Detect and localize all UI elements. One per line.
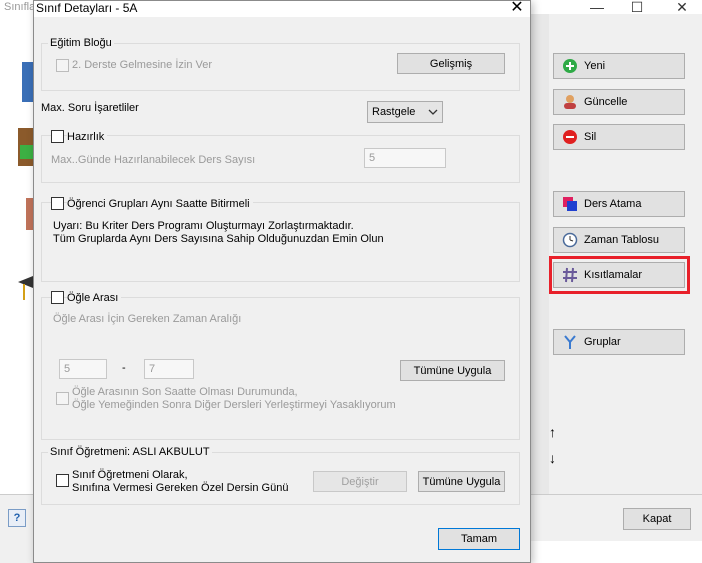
help-icon[interactable]: ? <box>8 509 26 527</box>
user-edit-icon <box>562 94 578 110</box>
move-down-button[interactable]: ↓ <box>549 450 556 466</box>
ogrenci-gruplari-checkbox[interactable] <box>51 197 64 210</box>
ogrenci-gruplari-label: Öğrenci Grupları Aynı Saatte Bitirmeli <box>67 198 253 210</box>
divider <box>0 494 33 495</box>
ogle-arasi-from-input[interactable]: 5 <box>59 359 107 379</box>
ozel-ders-line-2: Sınıfına Vermesi Gereken Özel Dersin Gün… <box>72 482 289 494</box>
dialog-title: Sınıf Detayları - 5A <box>36 1 138 15</box>
yeni-button[interactable]: Yeni <box>553 53 685 79</box>
zaman-tablosu-label: Zaman Tablosu <box>584 234 660 246</box>
guncelle-button[interactable]: Güncelle <box>553 89 685 115</box>
branch-icon <box>562 334 578 350</box>
warning-line-1: Uyarı: Bu Kriter Ders Programı Oluşturma… <box>53 220 354 232</box>
derste-gelme-checkbox[interactable] <box>56 59 69 72</box>
ders-atama-label: Ders Atama <box>584 198 642 210</box>
gruplar-label: Gruplar <box>584 336 621 348</box>
left-image <box>20 145 33 159</box>
highlight-box <box>549 256 690 294</box>
left-image <box>22 62 33 102</box>
warning-line-2: Tüm Gruplarda Aynı Ders Sayısına Sahip O… <box>53 233 384 245</box>
ogle-arasi-label: Öğle Arası <box>67 292 122 304</box>
ogle-arasi-checkbox[interactable] <box>51 291 64 304</box>
hazirlik-checkbox[interactable] <box>51 130 64 143</box>
ogretmen-tumune-uygula-button[interactable]: Tümüne Uygula <box>418 471 505 492</box>
derste-gelme-label: 2. Derste Gelmesine İzin Ver <box>72 59 213 71</box>
tamam-button[interactable]: Tamam <box>438 528 520 550</box>
chevron-down-icon <box>428 102 438 129</box>
left-image <box>26 198 33 230</box>
sinif-detaylari-dialog: Sınıf Detayları - 5A ✕ Eğitim Bloğu 2. D… <box>33 0 531 563</box>
son-saat-line-2: Öğle Yemeğinden Sonra Diğer Dersleri Yer… <box>72 399 396 411</box>
ogle-arasi-to-input[interactable]: 7 <box>144 359 194 379</box>
divider <box>531 494 702 495</box>
move-up-button[interactable]: ↑ <box>549 424 556 440</box>
gruplar-button[interactable]: Gruplar <box>553 329 685 355</box>
ogle-arasi-tumune-uygula-button[interactable]: Tümüne Uygula <box>400 360 505 381</box>
ozel-ders-gunu-checkbox[interactable] <box>56 474 69 487</box>
background-window-title: Sınıfla <box>4 1 36 13</box>
guncelle-label: Güncelle <box>584 96 628 108</box>
son-saat-checkbox[interactable] <box>56 392 69 405</box>
plus-icon <box>562 58 578 74</box>
max-soru-label: Max. Soru İşaretliler <box>41 102 139 114</box>
gelismis-button[interactable]: Gelişmiş <box>397 53 505 74</box>
minus-icon <box>562 129 578 145</box>
clock-icon <box>562 232 578 248</box>
minimize-button[interactable]: — <box>580 0 614 16</box>
son-saat-line-1: Öğle Arasının Son Saatte Olması Durumund… <box>72 386 298 398</box>
ders-atama-button[interactable]: Ders Atama <box>553 191 685 217</box>
bottom-strip <box>531 541 702 563</box>
hazirlik-ders-sayisi-input[interactable]: 5 <box>364 148 446 168</box>
yeni-label: Yeni <box>584 60 606 72</box>
degistir-button[interactable]: Değiştir <box>313 471 407 492</box>
hazirlik-label: Hazırlık <box>67 131 108 143</box>
sinif-ogretmeni-title: Sınıf Öğretmeni: ASLI AKBULUT <box>48 446 212 458</box>
hazirlik-field-label: Max..Günde Hazırlanabilecek Ders Sayısı <box>51 154 256 166</box>
sil-button[interactable]: Sil <box>553 124 685 150</box>
dialog-titlebar: Sınıf Detayları - 5A ✕ <box>34 0 530 18</box>
max-soru-value: Rastgele <box>372 106 416 118</box>
maximize-button[interactable]: ☐ <box>620 0 654 16</box>
close-window-button[interactable]: ✕ <box>665 0 699 16</box>
ogle-arasi-range-label: Öğle Arası İçin Gereken Zaman Aralığı <box>53 313 242 325</box>
range-dash: - <box>122 362 126 374</box>
egitim-blogu-title: Eğitim Bloğu <box>48 37 114 49</box>
zaman-tablosu-button[interactable]: Zaman Tablosu <box>553 227 685 253</box>
sil-label: Sil <box>584 131 597 143</box>
graduation-cap-icon <box>18 272 33 302</box>
scrollbar[interactable] <box>531 14 549 494</box>
dialog-close-button[interactable]: ✕ <box>504 0 530 18</box>
kapat-button[interactable]: Kapat <box>623 508 691 530</box>
ozel-ders-line-1: Sınıf Öğretmeni Olarak, <box>72 469 188 481</box>
squares-icon <box>562 196 578 212</box>
max-soru-select[interactable]: Rastgele <box>367 101 443 123</box>
